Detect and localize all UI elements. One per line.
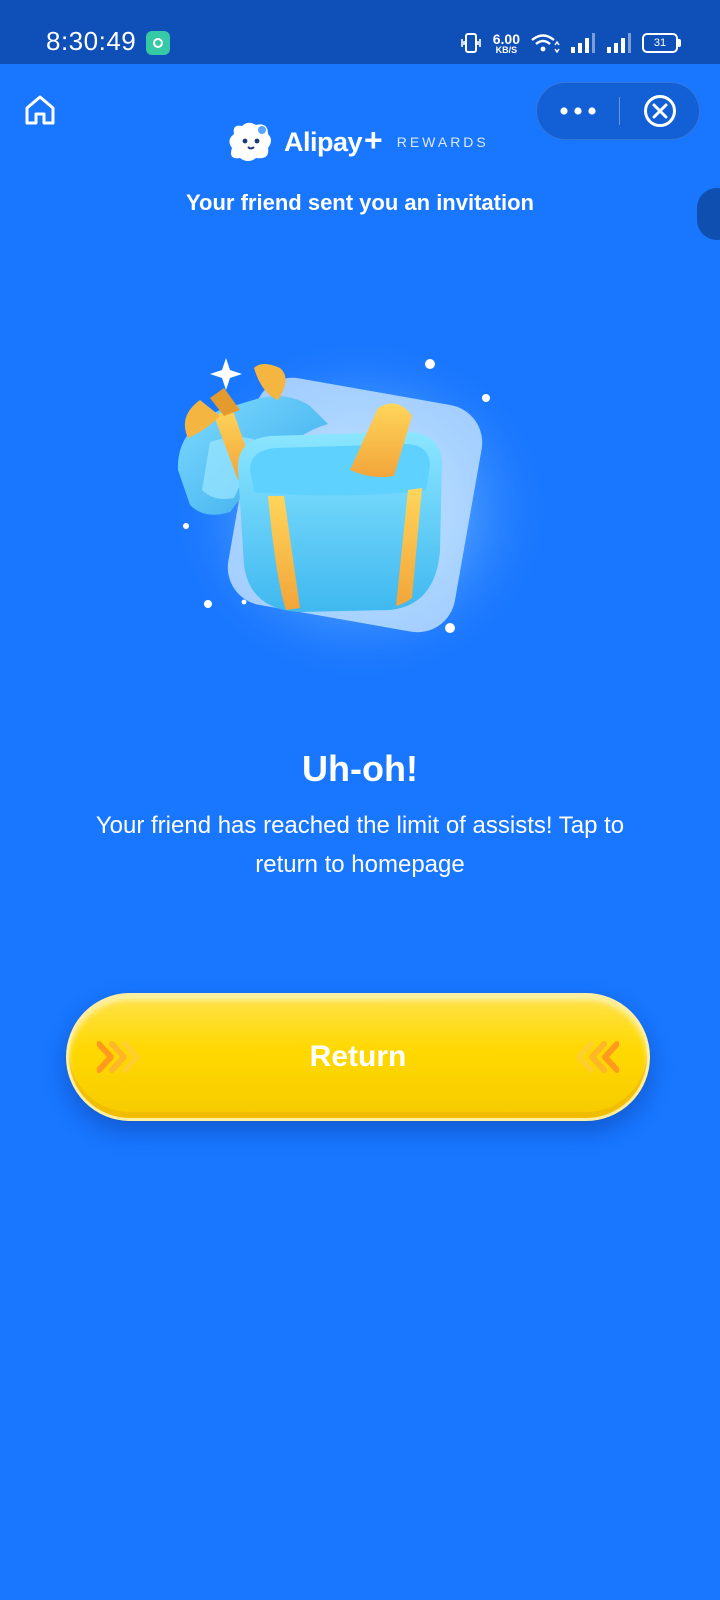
status-indicators: 6.00 KB/S 31 bbox=[459, 28, 681, 58]
network-speed-value: 6.00 bbox=[492, 30, 520, 47]
network-speed-unit: KB/S bbox=[495, 44, 518, 55]
app-page: 8:30:49 6.00 KB/S 31 Alipay + REWARDS Yo… bbox=[0, 0, 720, 1600]
notification-app-icon bbox=[146, 31, 170, 55]
return-button[interactable]: Return bbox=[66, 993, 650, 1121]
result-title: Uh-oh! bbox=[302, 748, 418, 789]
home-button[interactable] bbox=[18, 88, 62, 132]
status-bar: 8:30:49 6.00 KB/S 31 bbox=[0, 0, 720, 64]
vibrate-icon bbox=[460, 33, 481, 53]
close-circle-icon bbox=[644, 95, 676, 127]
return-label: Return bbox=[309, 1040, 407, 1073]
more-button[interactable] bbox=[537, 83, 619, 139]
brand-tagline: REWARDS bbox=[396, 134, 489, 150]
brand-plus: + bbox=[364, 122, 383, 158]
signal-2-icon bbox=[607, 33, 631, 53]
signal-1-icon bbox=[571, 33, 595, 53]
wifi-icon bbox=[531, 34, 560, 54]
mini-app-capsule bbox=[536, 82, 700, 140]
network-speed: 6.00 KB/S bbox=[493, 32, 520, 55]
close-button[interactable] bbox=[620, 83, 700, 139]
result-message: Your friend has reached the limit of ass… bbox=[95, 812, 625, 878]
brand-logo: Alipay + REWARDS bbox=[226, 118, 489, 166]
open-gift-box-illustration bbox=[160, 330, 560, 690]
more-dots-icon bbox=[560, 107, 596, 115]
home-icon bbox=[25, 95, 55, 125]
brand-name: Alipay bbox=[284, 126, 363, 157]
mascot-logo-icon bbox=[229, 122, 271, 161]
battery-indicator: 31 bbox=[642, 33, 681, 53]
invitation-text: Your friend sent you an invitation bbox=[186, 190, 534, 215]
chevrons-left-icon bbox=[576, 1041, 619, 1073]
status-time: 8:30:49 bbox=[46, 26, 137, 56]
